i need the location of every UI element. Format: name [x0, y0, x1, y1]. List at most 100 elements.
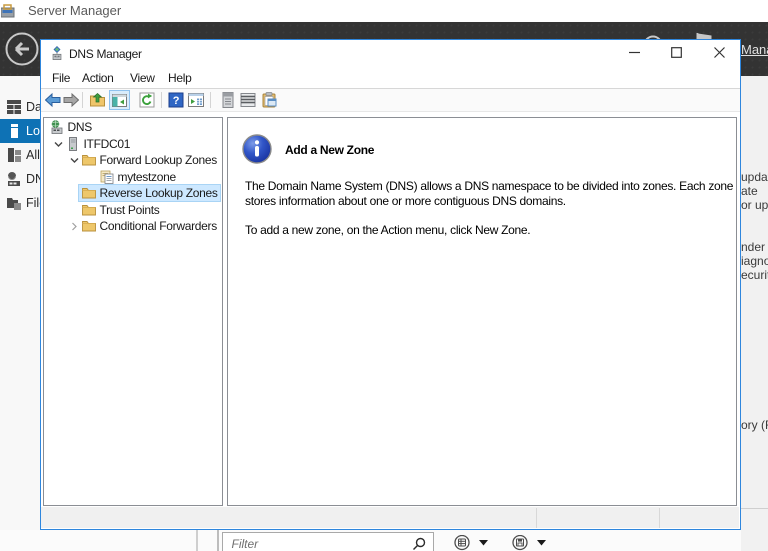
content-line: The Domain Name System (DNS) allows a DN… [245, 179, 733, 194]
tree-item-dns-root[interactable]: DNS [44, 119, 222, 136]
tree-item-label: mytestzone [118, 170, 176, 184]
spacer [66, 202, 82, 218]
properties-fragment: iagnos [741, 254, 768, 268]
spacer [84, 169, 100, 185]
folder-icon [82, 203, 96, 217]
sidebar-item-label: Local Server [26, 124, 41, 138]
refresh-toolbar-icon[interactable] [139, 92, 155, 108]
show-hide-action-pane-icon[interactable] [188, 92, 204, 108]
divider [741, 508, 768, 509]
menu-action[interactable]: Action [82, 71, 114, 85]
server-toolbar-icon[interactable] [220, 92, 236, 108]
sidebar-item-local-server[interactable]: Local Server [0, 119, 41, 143]
content-paragraph-1: The Domain Name System (DNS) allows a DN… [245, 179, 733, 208]
dns-icon [7, 172, 21, 186]
forward-toolbar-icon[interactable] [63, 92, 79, 108]
chevron-expanded-icon[interactable] [50, 136, 66, 152]
divider [196, 530, 198, 551]
help-toolbar-icon[interactable]: ? [168, 92, 184, 108]
minimize-button[interactable] [619, 40, 649, 66]
menu-help[interactable]: Help [168, 71, 191, 85]
toolbar-separator [161, 92, 162, 108]
chevron-expanded-icon[interactable] [66, 152, 82, 168]
save-query-button[interactable] [512, 535, 550, 551]
minimize-icon [629, 47, 640, 58]
tree-item-label: DNS [68, 120, 92, 134]
back-toolbar-icon[interactable] [45, 92, 61, 108]
export-list-icon[interactable] [240, 92, 256, 108]
properties-fragment: nder [741, 240, 765, 254]
properties-fragment: update [741, 170, 768, 184]
dns-tree: DNS ITFDC01 [44, 119, 222, 235]
tree-item-forward-lookup-zones[interactable]: Forward Lookup Zones [44, 152, 222, 169]
divider [217, 530, 219, 551]
menu-view[interactable]: View [130, 71, 155, 85]
tree-item-label: Conditional Forwarders [100, 219, 217, 233]
filter-placeholder: Filter [232, 537, 259, 551]
server-manager-titlebar: Server Manager [0, 0, 768, 22]
content-paragraph-2: To add a new zone, on the Action menu, c… [245, 223, 530, 237]
up-one-level-icon[interactable] [90, 92, 106, 108]
close-button[interactable] [704, 40, 734, 66]
show-hide-console-tree-button[interactable] [109, 90, 130, 110]
menu-file[interactable]: File [52, 71, 70, 85]
tree-item-conditional-forwarders[interactable]: Conditional Forwarders [44, 218, 222, 235]
tree-item-label: Trust Points [100, 203, 160, 217]
filter-input[interactable]: Filter [222, 532, 434, 551]
search-icon [412, 537, 426, 551]
server-manager-properties-strip: update ate or upd nder iagnos ecurity or… [741, 76, 768, 551]
maximize-button[interactable] [661, 40, 691, 66]
tree-item-mytestzone[interactable]: mytestzone [44, 169, 222, 186]
folder-icon [82, 153, 96, 167]
toolbar-separator [82, 92, 83, 108]
properties-fragment: ory (R [741, 418, 768, 432]
tree-item-server[interactable]: ITFDC01 [44, 136, 222, 153]
console-tree-pane: DNS ITFDC01 [43, 117, 223, 506]
console-tree-icon [112, 93, 127, 108]
back-button[interactable] [4, 31, 40, 67]
dns-manager-app-icon [50, 46, 64, 60]
dns-root-icon [50, 120, 64, 134]
dns-window-titlebar[interactable]: DNS Manager [41, 40, 740, 66]
sidebar-item-file-storage[interactable]: File and Storage Services [0, 191, 41, 215]
info-icon [242, 134, 272, 164]
status-separator [536, 508, 537, 528]
status-bar [41, 507, 739, 529]
content-pane: Add a New Zone The Domain Name System (D… [227, 117, 737, 506]
file-storage-icon [7, 196, 21, 210]
status-separator [659, 508, 660, 528]
sidebar-item-label: DNS [26, 172, 41, 186]
sidebar-item-label: Dashboard [26, 100, 41, 114]
folder-icon [82, 219, 96, 233]
server-icon [66, 137, 80, 151]
tree-item-label: Forward Lookup Zones [100, 153, 217, 167]
properties-toolbar-icon[interactable] [262, 92, 278, 108]
tree-item-reverse-lookup-zones[interactable]: Reverse Lookup Zones [44, 185, 222, 202]
properties-fragment: ate [741, 184, 758, 198]
server-manager-bottom-area: Filter [0, 530, 741, 551]
tree-item-trust-points[interactable]: Trust Points [44, 202, 222, 219]
content-heading: Add a New Zone [285, 143, 374, 157]
tree-selection: Reverse Lookup Zones [79, 185, 220, 201]
sidebar-item-dns[interactable]: DNS [0, 167, 41, 191]
dns-toolbar: ? [41, 89, 740, 112]
spacer [66, 185, 82, 201]
server-manager-title: Server Manager [28, 3, 121, 18]
sidebar-item-dashboard[interactable]: Dashboard [0, 95, 41, 119]
dns-manager-window: DNS Manager File Action View Help [40, 39, 741, 531]
sidebar-item-all-servers[interactable]: All Servers [0, 143, 41, 167]
content-line: stores information about one or more con… [245, 194, 733, 209]
chevron-collapsed-icon[interactable] [66, 218, 82, 234]
tree-item-label: Reverse Lookup Zones [100, 186, 218, 200]
dns-window-title: DNS Manager [69, 47, 142, 61]
server-manager-app-icon [1, 3, 16, 18]
manage-menu[interactable]: Manage [741, 42, 768, 57]
all-servers-icon [7, 148, 21, 162]
close-icon [714, 47, 725, 58]
sidebar-item-label: File and Storage Services [26, 196, 41, 210]
toolbar-separator [210, 92, 211, 108]
folder-icon [82, 186, 96, 200]
dashboard-icon [7, 100, 21, 114]
tree-item-label: ITFDC01 [84, 137, 131, 151]
query-options-button[interactable] [454, 535, 492, 551]
